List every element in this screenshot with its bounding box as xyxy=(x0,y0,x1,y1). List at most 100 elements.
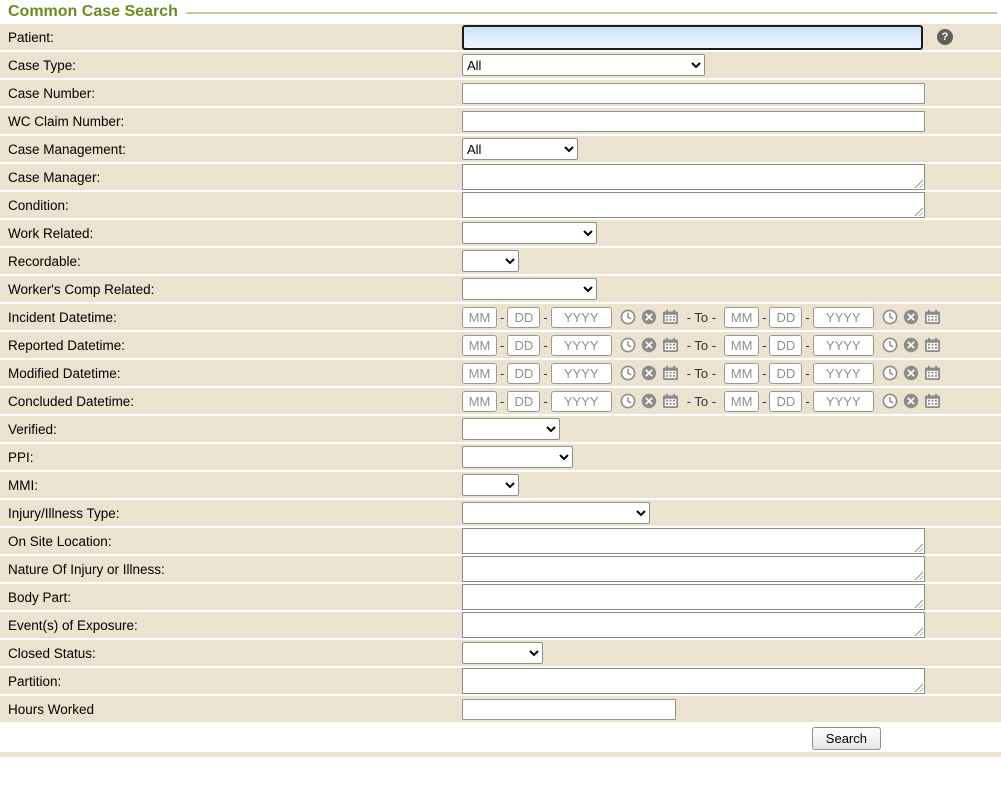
injury-illness-type-select[interactable] xyxy=(462,502,650,524)
date-day-input[interactable] xyxy=(769,363,802,384)
time-picker-icon[interactable] xyxy=(882,365,898,381)
date-to-label: - To - xyxy=(687,310,716,325)
ppi-select[interactable] xyxy=(462,446,573,468)
row-work-related: Work Related: xyxy=(0,220,1001,248)
date-month-input[interactable] xyxy=(462,363,497,384)
date-separator: - xyxy=(500,366,504,381)
clear-date-icon[interactable] xyxy=(641,393,657,409)
calendar-icon[interactable] xyxy=(662,309,679,325)
recordable-select[interactable] xyxy=(462,250,519,272)
time-picker-icon[interactable] xyxy=(620,337,636,353)
mmi-select[interactable] xyxy=(462,474,519,496)
work-related-select[interactable] xyxy=(462,222,597,244)
calendar-icon[interactable] xyxy=(924,365,941,381)
row-patient: Patient: ? xyxy=(0,24,1001,52)
case-number-input[interactable] xyxy=(462,83,925,104)
search-button[interactable]: Search xyxy=(812,727,881,750)
clear-date-icon[interactable] xyxy=(903,309,919,325)
clear-date-icon[interactable] xyxy=(641,337,657,353)
hours-worked-input[interactable] xyxy=(462,699,676,720)
row-reported-datetime: Reported Datetime: - - - To - - - xyxy=(0,332,1001,360)
help-icon[interactable]: ? xyxy=(937,29,953,45)
date-year-input[interactable] xyxy=(813,363,874,384)
date-month-input[interactable] xyxy=(724,335,759,356)
case-manager-textarea[interactable] xyxy=(462,164,925,190)
date-separator: - xyxy=(805,394,809,409)
workers-comp-related-select[interactable] xyxy=(462,278,597,300)
date-day-input[interactable] xyxy=(769,391,802,412)
date-separator: - xyxy=(543,338,547,353)
condition-textarea[interactable] xyxy=(462,192,925,218)
time-picker-icon[interactable] xyxy=(620,393,636,409)
work-related-label: Work Related: xyxy=(0,226,454,241)
row-events-of-exposure: Event(s) of Exposure: xyxy=(0,612,1001,640)
date-to-label: - To - xyxy=(687,366,716,381)
partition-textarea[interactable] xyxy=(462,668,925,694)
clear-date-icon[interactable] xyxy=(641,365,657,381)
date-month-input[interactable] xyxy=(462,335,497,356)
on-site-location-textarea[interactable] xyxy=(462,528,925,554)
nature-of-injury-textarea[interactable] xyxy=(462,556,925,582)
date-month-input[interactable] xyxy=(724,307,759,328)
date-year-input[interactable] xyxy=(813,335,874,356)
date-day-input[interactable] xyxy=(507,391,540,412)
clear-date-icon[interactable] xyxy=(641,309,657,325)
date-month-input[interactable] xyxy=(724,363,759,384)
wc-claim-number-label: WC Claim Number: xyxy=(0,114,454,129)
date-day-input[interactable] xyxy=(507,363,540,384)
date-month-input[interactable] xyxy=(462,307,497,328)
clear-date-icon[interactable] xyxy=(903,365,919,381)
time-picker-icon[interactable] xyxy=(882,337,898,353)
date-day-input[interactable] xyxy=(507,335,540,356)
date-year-input[interactable] xyxy=(551,391,612,412)
body-part-label: Body Part: xyxy=(0,590,454,605)
row-condition: Condition: xyxy=(0,192,1001,220)
date-year-input[interactable] xyxy=(551,335,612,356)
row-recordable: Recordable: xyxy=(0,248,1001,276)
date-year-input[interactable] xyxy=(551,363,612,384)
date-separator: - xyxy=(762,394,766,409)
date-day-input[interactable] xyxy=(769,307,802,328)
date-separator: - xyxy=(500,310,504,325)
row-modified-datetime: Modified Datetime: - - - To - - - xyxy=(0,360,1001,388)
time-picker-icon[interactable] xyxy=(882,393,898,409)
modified-datetime-range: - - - To - - - xyxy=(454,363,1001,384)
date-year-input[interactable] xyxy=(813,307,874,328)
date-from-group: - - xyxy=(462,307,679,328)
date-to-label: - To - xyxy=(687,338,716,353)
date-separator: - xyxy=(500,338,504,353)
date-month-input[interactable] xyxy=(462,391,497,412)
date-from-group: - - xyxy=(462,335,679,356)
clear-date-icon[interactable] xyxy=(903,337,919,353)
calendar-icon[interactable] xyxy=(924,309,941,325)
events-of-exposure-textarea[interactable] xyxy=(462,612,925,638)
time-picker-icon[interactable] xyxy=(620,309,636,325)
calendar-icon[interactable] xyxy=(662,393,679,409)
row-ppi: PPI: xyxy=(0,444,1001,472)
date-month-input[interactable] xyxy=(724,391,759,412)
date-day-input[interactable] xyxy=(769,335,802,356)
verified-select[interactable] xyxy=(462,418,560,440)
time-picker-icon[interactable] xyxy=(620,365,636,381)
time-picker-icon[interactable] xyxy=(882,309,898,325)
page-title: Common Case Search xyxy=(8,3,178,21)
case-type-select[interactable]: All xyxy=(462,54,705,76)
calendar-icon[interactable] xyxy=(662,337,679,353)
patient-input[interactable] xyxy=(462,25,923,50)
calendar-icon[interactable] xyxy=(662,365,679,381)
calendar-icon[interactable] xyxy=(924,393,941,409)
date-year-input[interactable] xyxy=(813,391,874,412)
calendar-icon[interactable] xyxy=(924,337,941,353)
mmi-label: MMI: xyxy=(0,478,454,493)
reported-datetime-range: - - - To - - - xyxy=(454,335,1001,356)
date-year-input[interactable] xyxy=(551,307,612,328)
closed-status-select[interactable] xyxy=(462,642,543,664)
clear-date-icon[interactable] xyxy=(903,393,919,409)
date-day-input[interactable] xyxy=(507,307,540,328)
body-part-textarea[interactable] xyxy=(462,584,925,610)
wc-claim-number-input[interactable] xyxy=(462,111,925,132)
date-separator: - xyxy=(543,366,547,381)
verified-label: Verified: xyxy=(0,422,454,437)
case-management-select[interactable]: All xyxy=(462,138,578,160)
patient-label: Patient: xyxy=(0,30,454,45)
